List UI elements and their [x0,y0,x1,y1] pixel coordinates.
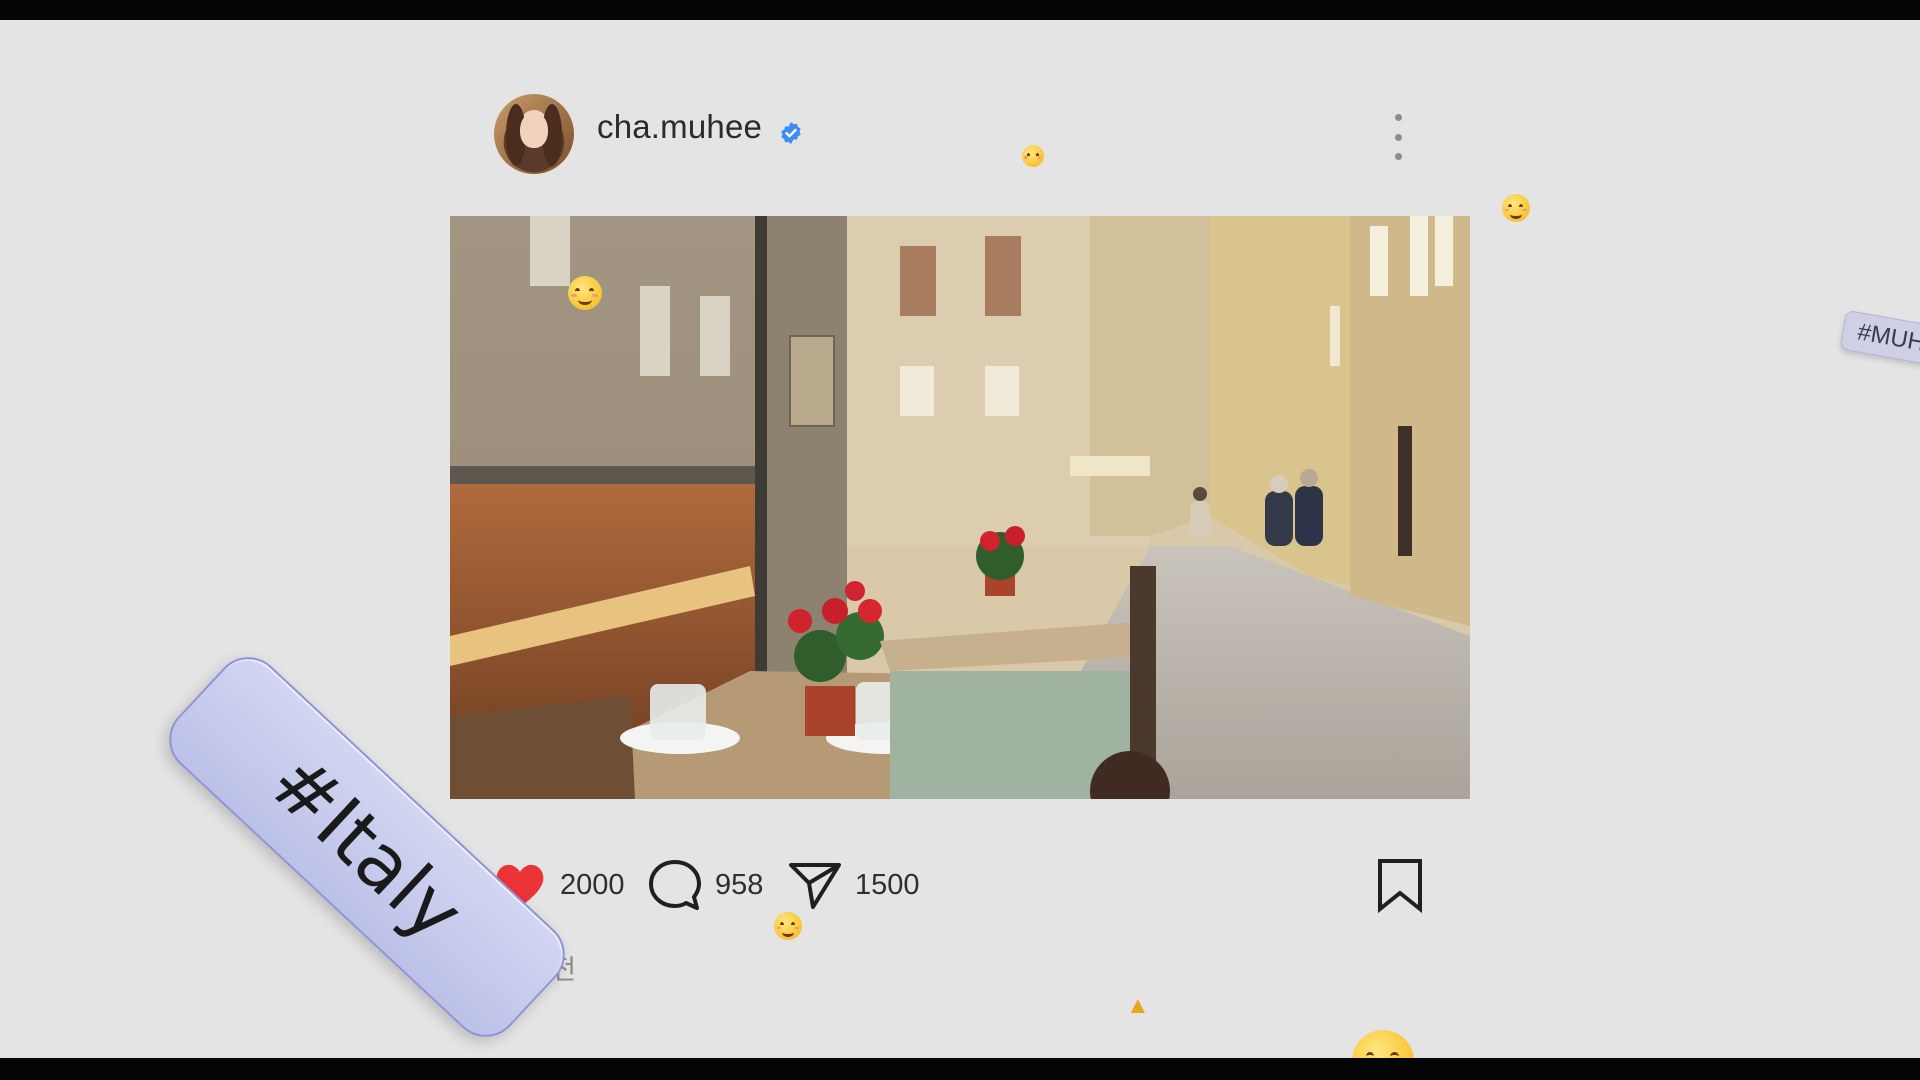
heart-face-emoji-icon [1352,1030,1414,1058]
verified-badge-icon [781,122,801,144]
more-vertical-icon [1394,114,1402,121]
post-screen: cha.muhee 2000 958 1500 #Italy #MUH ▲ [0,20,1920,1058]
bookmark-icon[interactable] [1370,855,1430,915]
comment-icon [649,860,701,910]
post-photo[interactable] [450,216,1470,799]
bottom-letterbox [0,1058,1920,1080]
smiling-face-emoji-icon [1502,194,1530,222]
heart-face-emoji-icon [774,912,802,940]
username[interactable]: cha.muhee [597,108,762,146]
thumbs-up-emoji-icon: ▲ [1126,992,1150,1019]
hashtag-label-side: #MUH [1855,318,1920,357]
comment-button[interactable]: 958 [645,855,763,915]
share-count: 1500 [855,868,920,901]
send-icon [789,863,841,909]
heart-face-emoji-icon [568,276,602,310]
hashtag-sticker-side: #MUH [1839,309,1920,371]
smiling-face-emoji-icon [1022,145,1044,167]
more-options-button[interactable] [1388,114,1408,160]
comment-count: 958 [715,868,764,901]
share-button[interactable]: 1500 [785,855,920,915]
profile-avatar[interactable] [494,94,574,174]
top-letterbox [0,0,1920,20]
like-count: 2000 [560,868,625,901]
hashtag-label: #Italy [253,736,481,958]
